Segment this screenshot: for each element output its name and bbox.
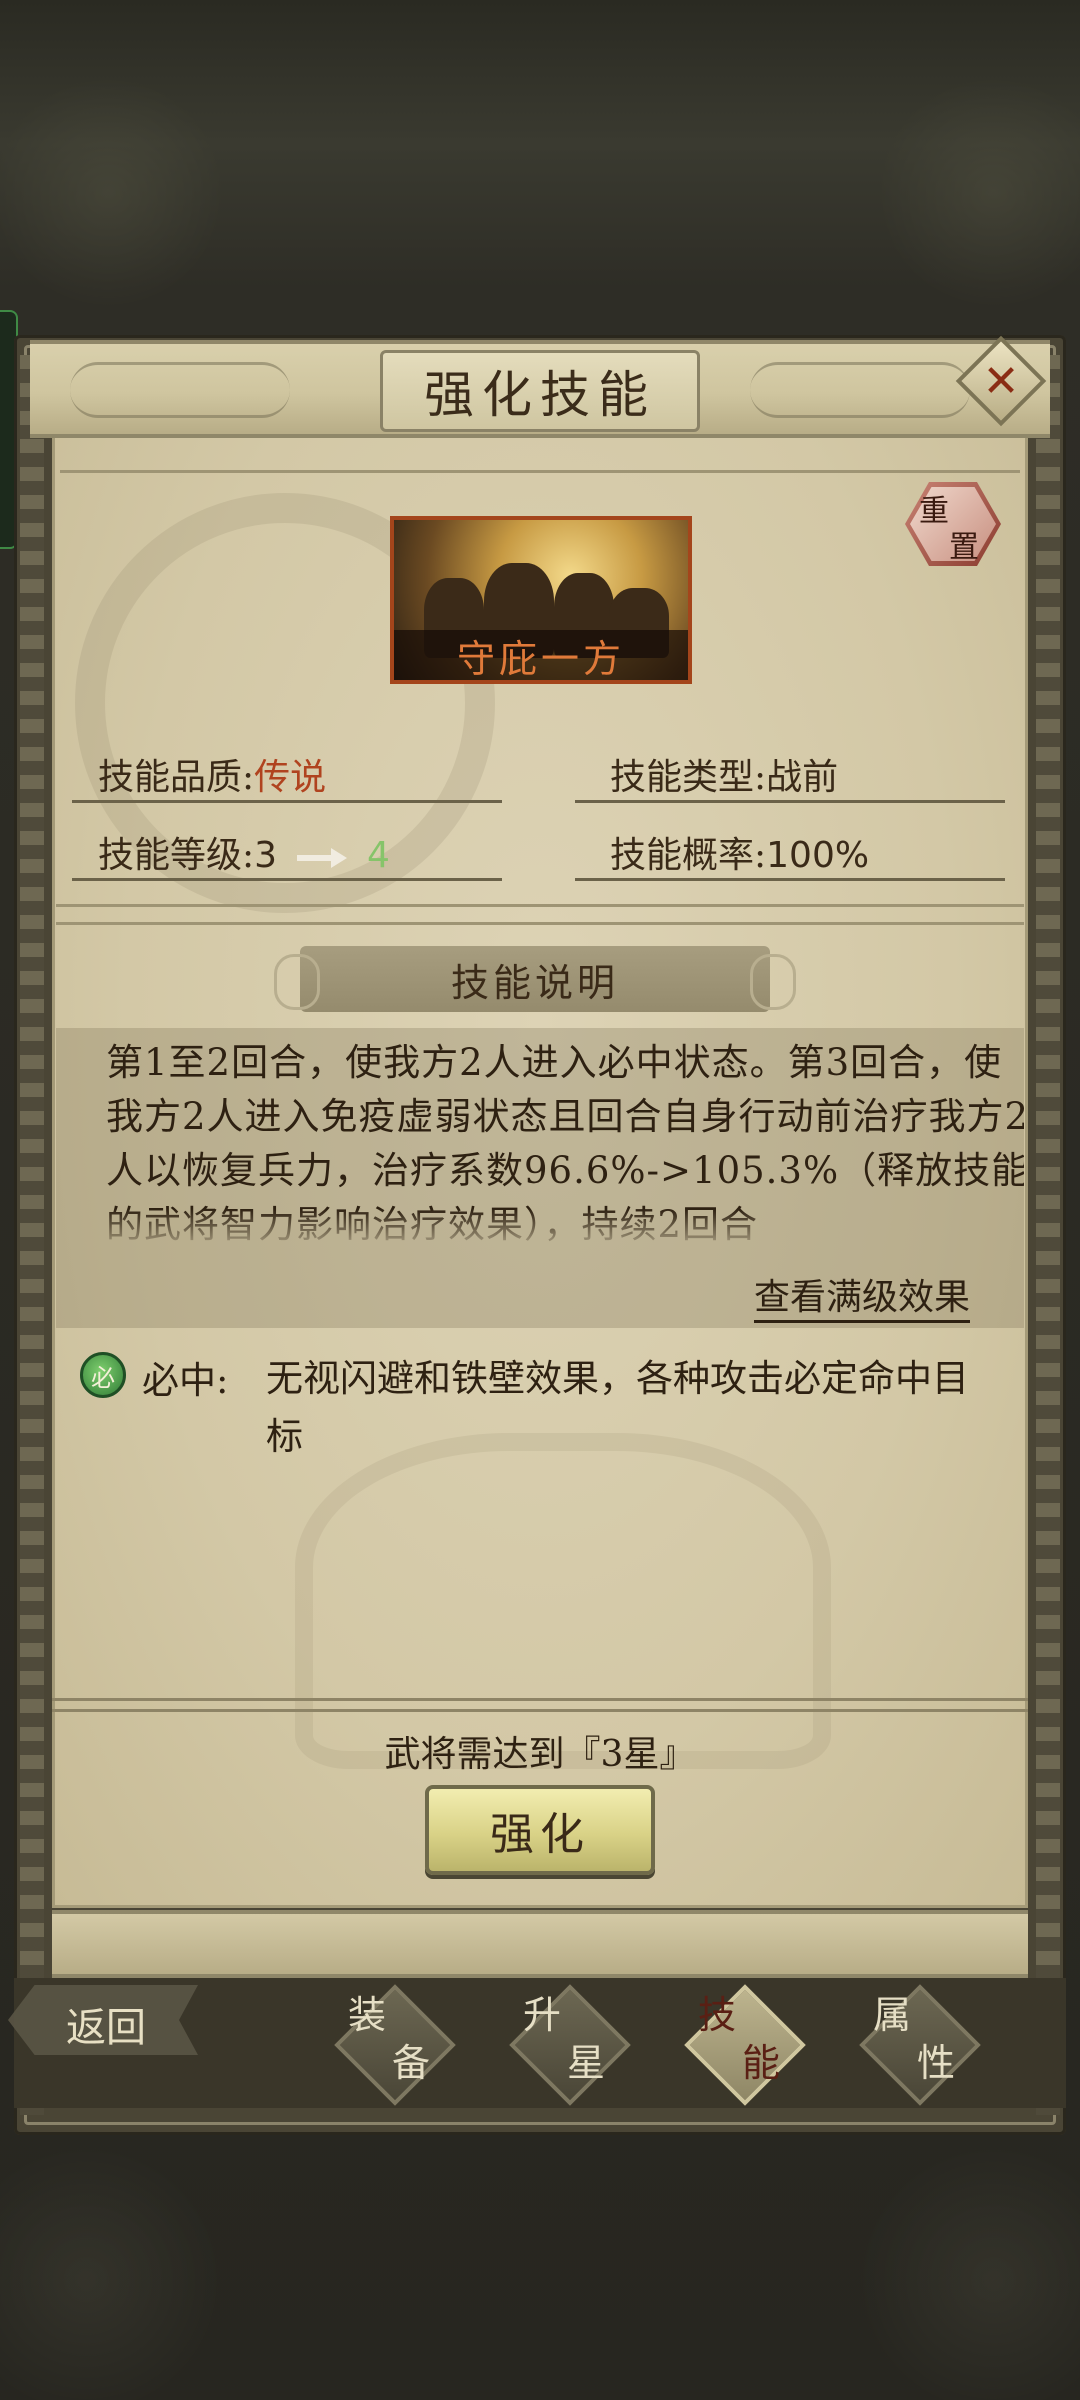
stat-underline (72, 800, 502, 803)
skill-level: 技能等级:3 4 (98, 826, 390, 878)
skill-type-label: 技能类型: (610, 757, 767, 798)
dialog-bottom-border (52, 1910, 1028, 1978)
divider (60, 470, 1020, 473)
tab-label-1: 装 (348, 1993, 387, 2037)
tab-label-1: 属 (873, 1993, 912, 2037)
tab-label-2: 能 (742, 2041, 781, 2085)
skill-rate-label: 技能概率: (610, 835, 767, 876)
background-ornament (295, 1433, 831, 1769)
skill-quality-label: 技能品质: (98, 757, 255, 798)
skill-rate: 技能概率:100% (610, 826, 869, 878)
tab-label-2: 星 (567, 2041, 606, 2085)
description-text: 第1至2回合，使我方2人进入必中状态。第3回合，使我方2人进入免疫虚弱状态且回合… (106, 1041, 1024, 1246)
frame-border-right (1036, 355, 1060, 2115)
skill-level-current: 3 (254, 835, 278, 876)
view-full-level-link[interactable]: 查看满级效果 (753, 1276, 970, 1323)
tab-label-2: 备 (392, 2041, 431, 2085)
sure-hit-icon: 必 (80, 1352, 126, 1398)
reset-label-1: 重 (919, 494, 949, 529)
skill-type: 技能类型:战前 (610, 748, 838, 800)
description-header: 技能说明 (274, 946, 796, 1012)
sure-hit-icon-char: 必 (91, 1363, 115, 1392)
divider (56, 904, 1024, 907)
tab-equipment[interactable]: 装 备 (330, 1980, 460, 2110)
close-button[interactable]: ✕ (955, 335, 1047, 427)
title-scroll-ornament-left (70, 362, 290, 418)
tab-attributes[interactable]: 属 性 (855, 1980, 985, 2110)
tab-label-1: 技 (698, 1993, 737, 2037)
reset-button[interactable]: 重 置 (905, 482, 1001, 566)
strengthen-label: 强化 (490, 1809, 590, 1860)
tab-skills[interactable]: 技 能 (680, 1980, 810, 2110)
back-button[interactable]: 返回 (8, 1985, 198, 2055)
skill-quality: 技能品质:传说 (98, 748, 326, 800)
tab-label-1: 升 (523, 1993, 562, 2037)
title-plaque: 强化技能 (380, 350, 700, 432)
keyword-description: 无视闪避和铁壁效果，各种攻击必定命中目标 (266, 1357, 969, 1458)
dialog-title: 强化技能 (424, 366, 656, 424)
skill-level-label: 技能等级: (98, 835, 255, 876)
description-title: 技能说明 (450, 960, 619, 1005)
reset-label-2: 置 (949, 530, 979, 565)
skill-type-value: 战前 (766, 757, 839, 798)
skill-name: 守庇一方 (456, 636, 625, 681)
skill-level-next: 4 (367, 835, 390, 876)
strengthen-button[interactable]: 强化 (425, 1785, 655, 1875)
divider (56, 922, 1024, 925)
tab-star-up[interactable]: 升 星 (505, 1980, 635, 2110)
skill-name-banner: 守庇一方 (394, 630, 688, 680)
close-icon: ✕ (982, 355, 1020, 407)
requirement-text: 武将需达到『3星』 (384, 1734, 696, 1775)
skill-rate-value: 100% (766, 835, 870, 876)
frame-border-left (20, 355, 44, 2115)
arrow-right-icon (297, 848, 348, 868)
stat-underline (575, 878, 1005, 881)
skill-quality-value: 传说 (254, 757, 327, 798)
skill-card[interactable]: 守庇一方 (390, 516, 692, 684)
divider (52, 1698, 1028, 1712)
stat-underline (72, 878, 502, 881)
title-scroll-ornament-right (750, 362, 970, 418)
stat-underline (575, 800, 1005, 803)
tab-label-2: 性 (917, 2041, 956, 2085)
keyword-label: 必中: (142, 1359, 229, 1402)
back-label: 返回 (66, 2005, 146, 2051)
